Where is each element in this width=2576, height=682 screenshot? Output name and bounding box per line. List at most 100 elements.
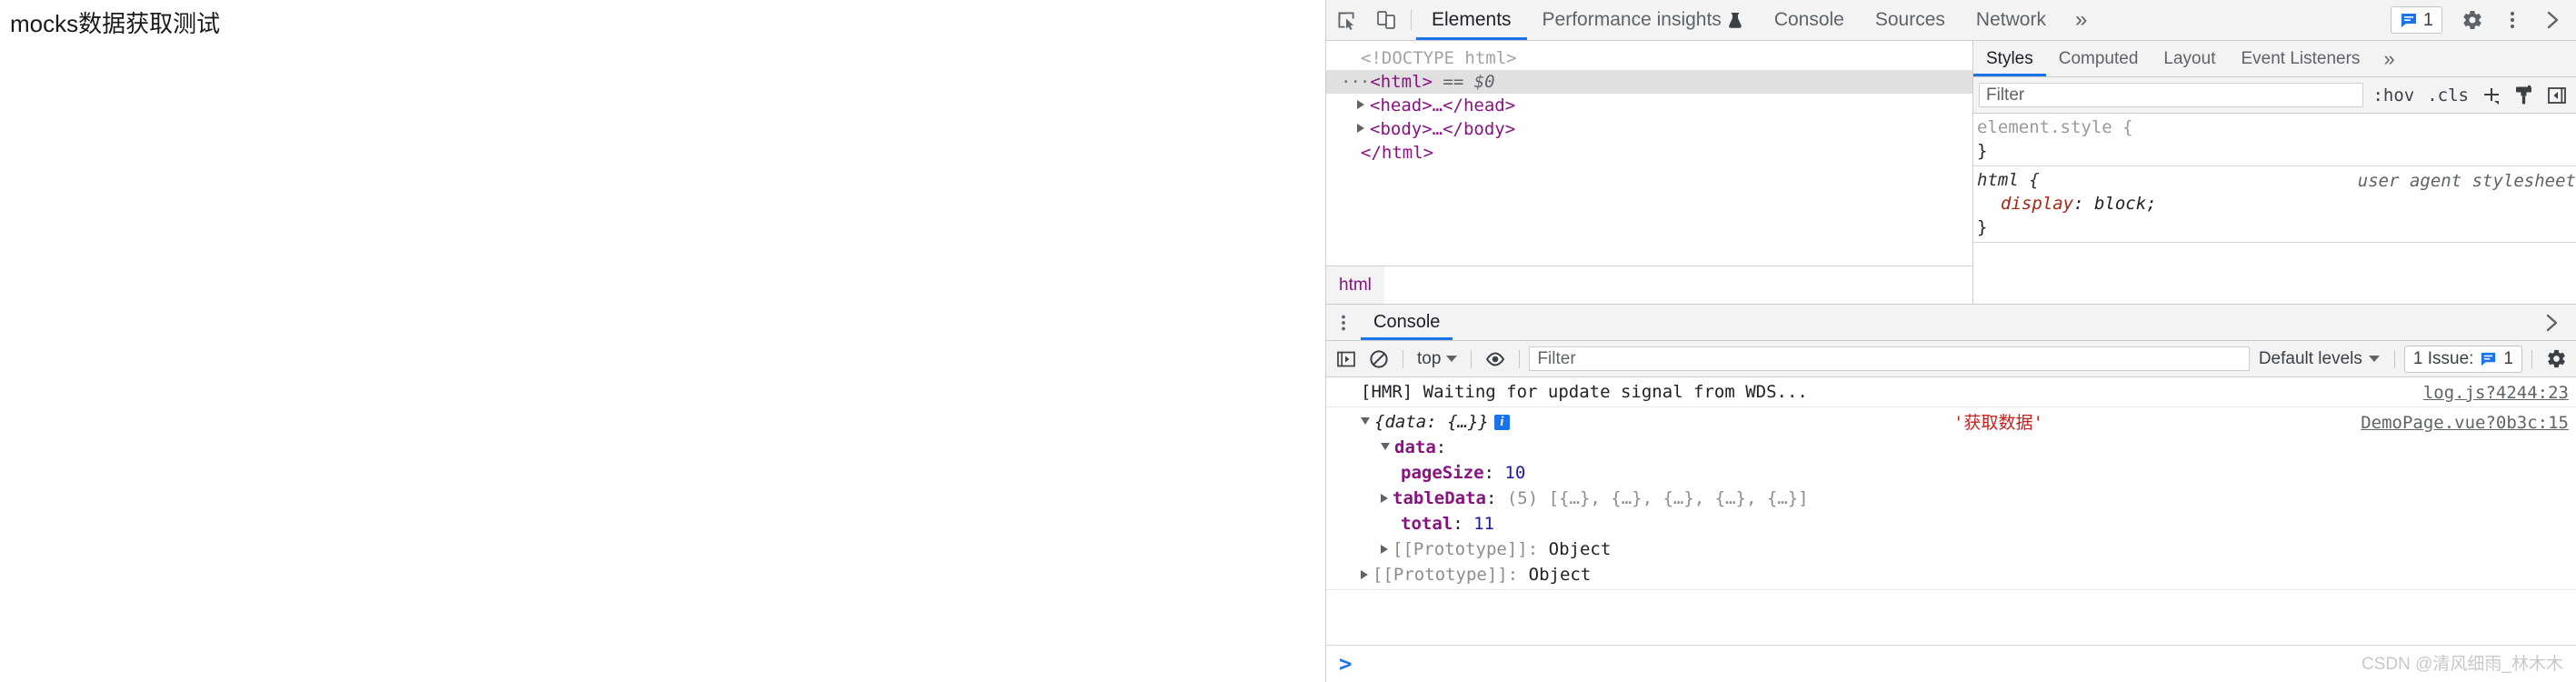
close-drawer-icon[interactable]	[2532, 313, 2571, 333]
tab-computed-label: Computed	[2058, 48, 2139, 68]
tab-performance-insights[interactable]: Performance insights	[1527, 0, 1759, 40]
console-object-value: (5) [{…}, {…}, {…}, {…}, {…}]	[1506, 488, 1809, 508]
style-rule-close-line: }	[1977, 139, 2576, 163]
tab-layout[interactable]: Layout	[2151, 41, 2228, 76]
styles-tabbar: Styles Computed Layout Event Listeners »	[1973, 41, 2576, 77]
tab-sources[interactable]: Sources	[1860, 0, 1961, 40]
console-toolbar-divider-5	[2531, 349, 2532, 368]
tab-console[interactable]: Console	[1759, 0, 1860, 40]
paint-brush-icon[interactable]	[2511, 85, 2538, 106]
console-sidebar-icon[interactable]	[1332, 346, 1361, 373]
console-issues-button[interactable]: 1 Issue: 1	[2403, 345, 2522, 373]
close-devtools-icon[interactable]	[2532, 9, 2572, 31]
device-toolbar-icon[interactable]	[1366, 0, 1406, 40]
dom-node-head[interactable]: <head>…</head>	[1326, 94, 1972, 117]
execution-context-select[interactable]: top	[1413, 349, 1462, 369]
console-toolbar-divider-4	[2393, 349, 2395, 368]
console-object-row[interactable]: data:	[1361, 435, 2572, 460]
tab-elements-label: Elements	[1432, 9, 1512, 30]
live-expression-icon[interactable]	[1481, 346, 1510, 373]
devtools-main-split: <!DOCTYPE html> ···<html> == $0 <head>…<…	[1326, 41, 2576, 305]
console-issues-count: 1	[2503, 348, 2513, 368]
console-filter-input[interactable]	[1529, 346, 2250, 371]
style-property-name: display	[2001, 194, 2074, 214]
execution-context-value: top	[1417, 348, 1442, 368]
collapse-triangle-icon[interactable]	[1381, 443, 1390, 450]
toggle-sidebar-icon[interactable]	[2543, 85, 2571, 106]
expand-triangle-icon[interactable]	[1381, 494, 1388, 503]
console-message-log[interactable]: [HMR] Waiting for update signal from WDS…	[1326, 377, 2576, 407]
tab-styles[interactable]: Styles	[1973, 41, 2046, 76]
console-object-preview: {data: {…}}	[1374, 412, 1489, 432]
style-rule-html[interactable]: html { user agent stylesheet display: bl…	[1973, 166, 2576, 243]
styles-filter-input[interactable]	[1979, 83, 2364, 107]
tab-styles-label: Styles	[1986, 48, 2033, 68]
console-message-object[interactable]: {data: {…}} i '获取数据' DemoPage.vue?0b3c:15…	[1326, 407, 2576, 590]
style-rule-open-brace: {	[2122, 117, 2133, 137]
style-declaration[interactable]: display: block;	[1977, 192, 2576, 216]
gear-icon[interactable]	[2452, 9, 2492, 31]
collapse-triangle-icon[interactable]	[1361, 417, 1370, 425]
console-object-sep: :	[1527, 539, 1539, 559]
console-message-source-link[interactable]: log.js?4244:23	[2423, 380, 2569, 406]
expand-triangle-icon[interactable]	[1357, 100, 1364, 109]
issues-counter-button[interactable]: 1	[2390, 6, 2442, 34]
tab-computed[interactable]: Computed	[2046, 41, 2152, 76]
drawer-tabbar: Console	[1326, 305, 2576, 341]
element-classes-button[interactable]: .cls	[2423, 85, 2472, 105]
dom-node-selected-marker: == $0	[1432, 72, 1495, 92]
dom-node-body-tag: <body>…</body>	[1370, 119, 1516, 139]
styles-more-tabs-icon[interactable]: »	[2372, 41, 2405, 76]
more-tabs-icon[interactable]: »	[2062, 0, 2101, 40]
plus-icon[interactable]	[2478, 85, 2505, 106]
browser-viewport: mocks数据获取测试	[0, 0, 1325, 682]
tab-performance-insights-label: Performance insights	[1542, 9, 1722, 30]
console-message-source-link[interactable]: DemoPage.vue?0b3c:15	[2361, 410, 2569, 436]
devtools-panel: Elements Performance insights Console So…	[1325, 0, 2576, 682]
tab-event-listeners-label: Event Listeners	[2241, 48, 2361, 68]
style-rule-close-line: }	[1977, 216, 2576, 239]
tab-network[interactable]: Network	[1961, 0, 2062, 40]
console-object-row[interactable]: total: 11	[1361, 511, 2572, 537]
console-object-value: 10	[1504, 463, 1526, 483]
console-object-row[interactable]: tableData: (5) [{…}, {…}, {…}, {…}, {…}]	[1361, 486, 2572, 511]
console-messages: [HMR] Waiting for update signal from WDS…	[1326, 377, 2576, 645]
message-bubble-icon	[2480, 350, 2497, 367]
page-title: mocks数据获取测试	[10, 10, 221, 37]
console-settings-icon[interactable]	[2541, 346, 2571, 373]
more-tools-icon[interactable]	[1326, 305, 1361, 340]
chevron-down-icon	[2368, 356, 2380, 362]
info-badge-icon[interactable]: i	[1493, 415, 1510, 430]
console-prompt[interactable]: >	[1326, 645, 2576, 681]
styles-pane: Styles Computed Layout Event Listeners »…	[1973, 41, 2576, 304]
clear-console-icon[interactable]	[1364, 346, 1393, 373]
console-object-key: pageSize	[1401, 463, 1484, 483]
more-options-icon[interactable]	[2492, 9, 2532, 31]
hover-state-button[interactable]: :hov	[2369, 85, 2418, 105]
breadcrumb-item-html[interactable]: html	[1326, 266, 1384, 304]
console-object-row[interactable]: [[Prototype]]: Object	[1361, 562, 2572, 587]
console-object-key: [[Prototype]]	[1393, 539, 1528, 559]
drawer-tab-console[interactable]: Console	[1361, 305, 1453, 340]
expand-triangle-icon[interactable]	[1357, 124, 1364, 133]
console-object-key: data	[1394, 437, 1436, 457]
dom-node-html[interactable]: ···<html> == $0	[1326, 70, 1972, 94]
log-levels-select[interactable]: Default levels	[2253, 349, 2385, 369]
console-object-row[interactable]: [[Prototype]]: Object	[1361, 537, 2572, 562]
style-rule-origin: user agent stylesheet	[2357, 171, 2576, 191]
console-object-key: total	[1401, 514, 1453, 534]
tab-event-listeners[interactable]: Event Listeners	[2228, 41, 2372, 76]
console-toolbar: top Default levels 1 Issue:	[1326, 341, 2576, 377]
styles-toolbar: :hov .cls	[1973, 77, 2576, 114]
chevron-down-icon	[1446, 356, 1458, 362]
console-object-row[interactable]: pageSize: 10	[1361, 460, 2572, 486]
tab-elements[interactable]: Elements	[1416, 0, 1527, 40]
expand-triangle-icon[interactable]	[1361, 570, 1368, 579]
style-rule-element-style[interactable]: element.style { }	[1973, 114, 2576, 166]
expand-triangle-icon[interactable]	[1381, 545, 1388, 554]
console-object-sep: :	[1507, 565, 1519, 585]
inspect-element-icon[interactable]	[1326, 0, 1366, 40]
console-object-sep: :	[1485, 488, 1497, 508]
dom-node-body[interactable]: <body>…</body>	[1326, 117, 1972, 141]
dom-tree[interactable]: <!DOCTYPE html> ···<html> == $0 <head>…<…	[1326, 41, 1972, 266]
